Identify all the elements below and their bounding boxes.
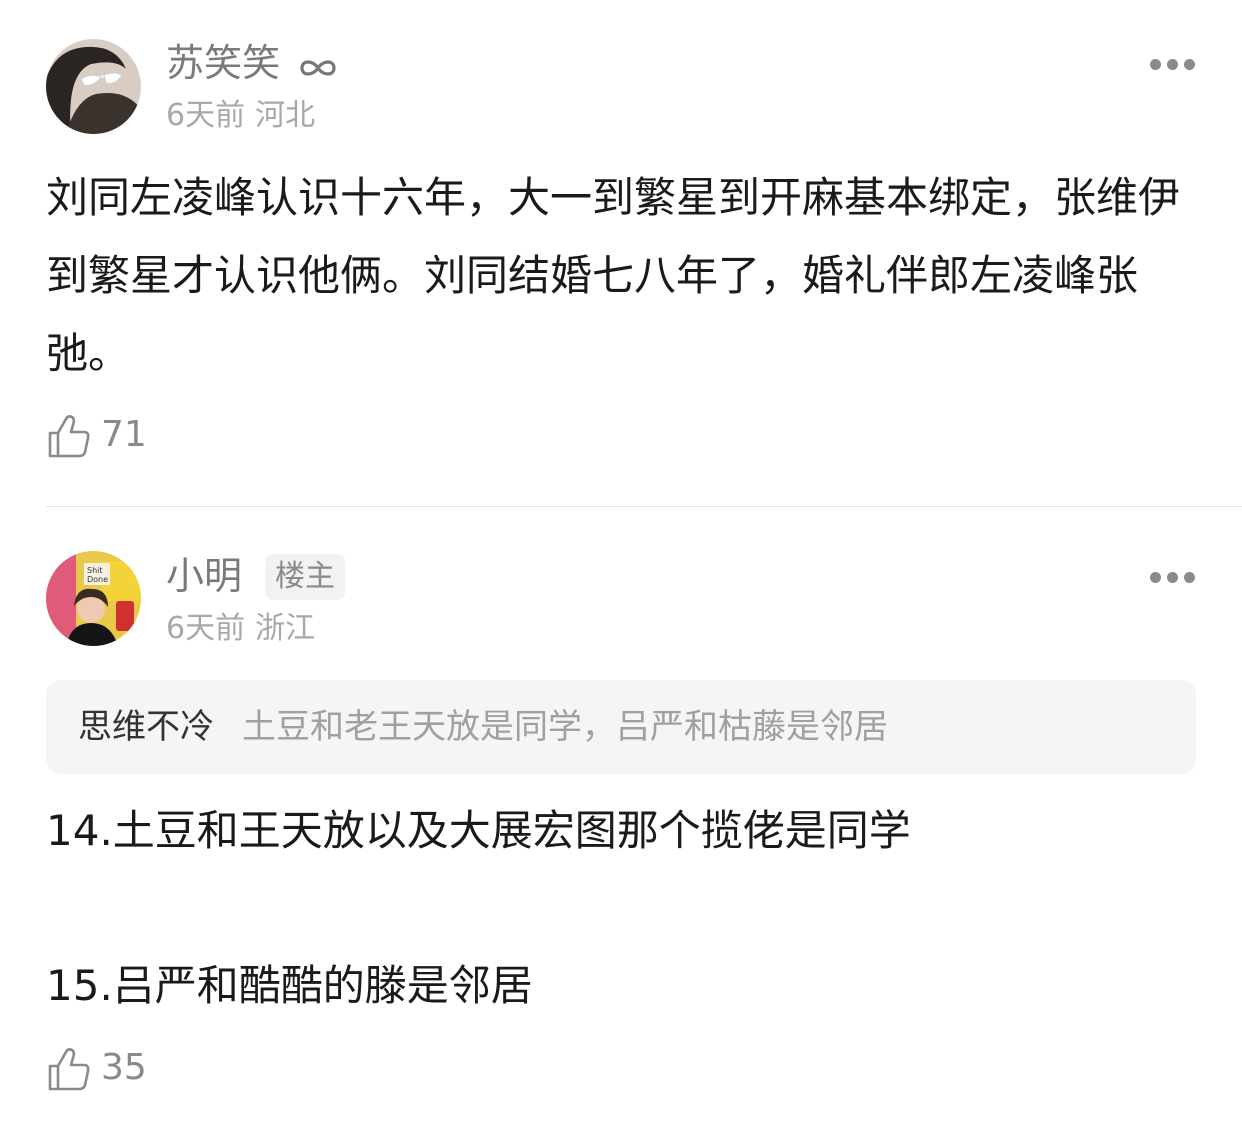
reply-line: 15.吕严和酷酷的滕是邻居: [46, 961, 533, 1010]
avatar[interactable]: [46, 39, 141, 134]
svg-text:Shit: Shit: [87, 566, 103, 575]
comment-text: 刘同左凌峰认识十六年，大一到繁星到开麻基本绑定，张维伊到繁星才认识他俩。刘同结婚…: [46, 173, 1181, 378]
timestamp: 6天前: [166, 98, 246, 133]
thumbs-up-icon: [48, 1048, 90, 1091]
thumbs-up-icon: [48, 415, 90, 458]
like-count: 35: [101, 1047, 147, 1088]
svg-text:Done: Done: [87, 575, 108, 584]
quoted-text: 土豆和老王天放是同学，吕严和枯藤是邻居: [242, 707, 888, 747]
location: 河北: [255, 98, 316, 133]
author-badge: 楼主: [265, 554, 345, 600]
timestamp: 6天前: [166, 611, 246, 646]
username[interactable]: 苏笑笑: [166, 40, 338, 89]
comment-meta: 6天前 河北: [166, 96, 315, 136]
username[interactable]: 小明: [166, 553, 242, 599]
more-dots-icon[interactable]: [1150, 55, 1196, 71]
quoted-username: 思维不冷: [78, 707, 214, 747]
username-text: 苏笑笑: [166, 41, 281, 85]
infinity-icon: [298, 43, 338, 89]
more-dots-icon[interactable]: [1150, 568, 1196, 584]
quoted-comment[interactable]: 思维不冷 土豆和老王天放是同学，吕严和枯藤是邻居: [46, 680, 1196, 774]
comment-item: 苏笑笑 6天前 河北 刘同左凌峰认识十六年，大一到繁星到开麻基本绑定，张维伊到繁星…: [0, 0, 1242, 506]
location: 浙江: [255, 611, 316, 646]
avatar[interactable]: Shit Done: [46, 551, 141, 646]
like-count: 71: [101, 414, 147, 455]
reply-line: 14.土豆和王天放以及大展宏图那个揽佬是同学: [46, 806, 911, 855]
comment-meta: 6天前 浙江: [166, 609, 315, 649]
comment-item: Shit Done 小明 楼主 6天前 浙江 思维不冷 土豆和老王天放是同学，吕严和…: [0, 507, 1242, 1124]
